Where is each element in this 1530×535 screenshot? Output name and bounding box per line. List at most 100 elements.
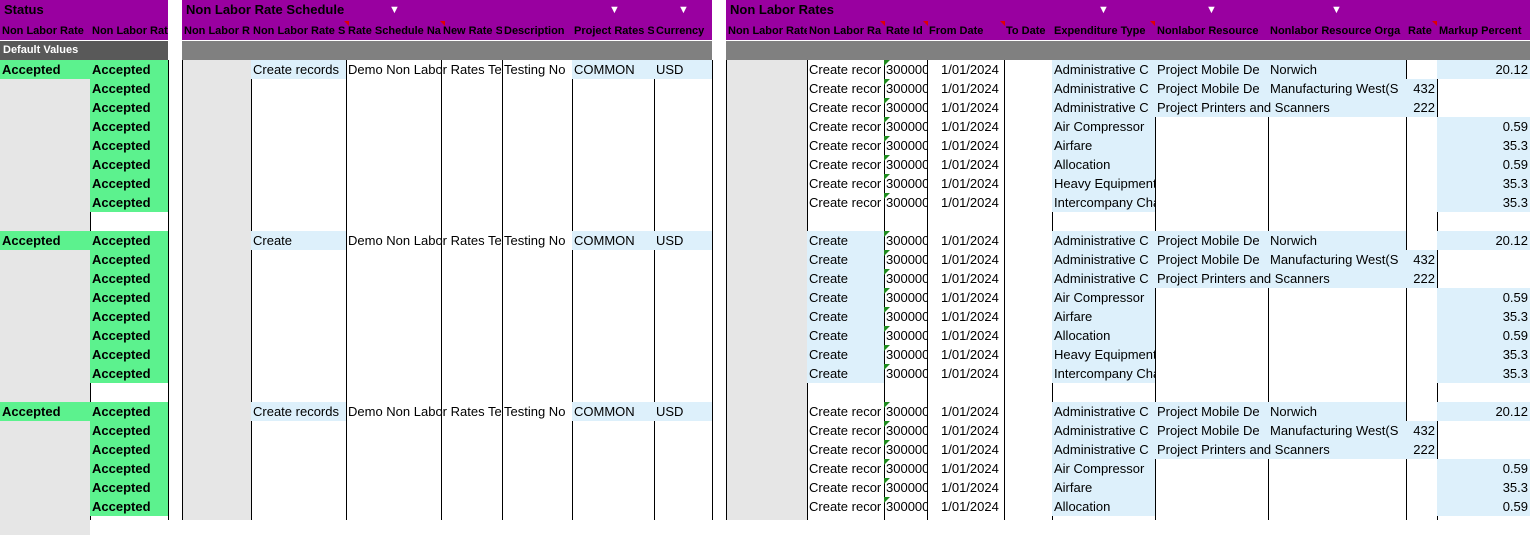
markup-percent-cell[interactable]: 35.3	[1437, 345, 1530, 364]
column-header[interactable]: Nonlabor Resource	[1155, 21, 1268, 40]
rate-id-cell[interactable]: 300000	[884, 98, 927, 117]
rate-action-cell[interactable]: Create recor	[807, 478, 884, 497]
resource-org-cell[interactable]	[1268, 136, 1406, 155]
to-date-cell[interactable]	[1004, 269, 1052, 288]
rate-action-cell[interactable]: Create recor	[807, 60, 884, 79]
markup-percent-cell[interactable]: 35.3	[1437, 136, 1530, 155]
rate-action-cell[interactable]: Create recor	[807, 174, 884, 193]
nonlabor-resource-cell[interactable]	[1155, 364, 1268, 383]
rate-cell[interactable]: 432	[1406, 250, 1437, 269]
rate-id-cell[interactable]: 300000	[884, 250, 927, 269]
column-header[interactable]: Non Labor Rate	[726, 21, 807, 40]
column-header[interactable]: Expenditure Type	[1052, 21, 1155, 40]
rate-action-cell[interactable]: Create recor	[807, 402, 884, 421]
rate-id-cell[interactable]: 300000	[884, 117, 927, 136]
resource-org-cell[interactable]: Norwich	[1268, 402, 1406, 421]
rate-action-cell[interactable]: Create recor	[807, 459, 884, 478]
nonlabor-resource-cell[interactable]	[1155, 478, 1268, 497]
filter-dropdown-icon[interactable]: ▼	[609, 0, 623, 21]
markup-percent-cell[interactable]: 0.59	[1437, 288, 1530, 307]
to-date-cell[interactable]	[1004, 364, 1052, 383]
to-date-cell[interactable]	[1004, 345, 1052, 364]
rate-id-cell[interactable]: 300000	[884, 269, 927, 288]
to-date-cell[interactable]	[1004, 421, 1052, 440]
to-date-cell[interactable]	[1004, 440, 1052, 459]
resource-org-cell[interactable]: Manufacturing West(S	[1268, 250, 1406, 269]
expenditure-type-cell[interactable]: Administrative C	[1052, 421, 1155, 440]
expenditure-type-cell[interactable]: Administrative C	[1052, 231, 1155, 250]
rate-action-cell[interactable]: Create recor	[807, 497, 884, 516]
from-date-cell[interactable]: 1/01/2024	[927, 345, 1004, 364]
rate-id-cell[interactable]: 300000	[884, 79, 927, 98]
to-date-cell[interactable]	[1004, 60, 1052, 79]
rate-id-cell[interactable]: 300000	[884, 459, 927, 478]
rate-action-cell[interactable]: Create recor	[807, 440, 884, 459]
rate-action-cell[interactable]: Create recor	[807, 117, 884, 136]
to-date-cell[interactable]	[1004, 459, 1052, 478]
schedule-description-cell[interactable]: Testing No	[502, 60, 572, 79]
from-date-cell[interactable]: 1/01/2024	[927, 326, 1004, 345]
nonlabor-resource-cell[interactable]: Project Printers and Scanners	[1155, 98, 1406, 117]
markup-percent-cell[interactable]: 35.3	[1437, 193, 1530, 212]
from-date-cell[interactable]: 1/01/2024	[927, 402, 1004, 421]
markup-percent-cell[interactable]: 35.3	[1437, 478, 1530, 497]
rate-action-cell[interactable]: Create	[807, 269, 884, 288]
rate-cell[interactable]: 222	[1406, 98, 1437, 117]
nonlabor-resource-cell[interactable]	[1155, 459, 1268, 478]
to-date-cell[interactable]	[1004, 117, 1052, 136]
expenditure-type-cell[interactable]: Intercompany Charge	[1052, 193, 1155, 212]
column-header[interactable]: Currency	[654, 21, 712, 40]
rate-cell[interactable]	[1406, 231, 1437, 250]
rate-action-cell[interactable]: Create recor	[807, 155, 884, 174]
resource-org-cell[interactable]	[1268, 364, 1406, 383]
expenditure-type-cell[interactable]: Air Compressor	[1052, 459, 1155, 478]
nonlabor-resource-cell[interactable]	[1155, 117, 1268, 136]
from-date-cell[interactable]: 1/01/2024	[927, 174, 1004, 193]
to-date-cell[interactable]	[1004, 288, 1052, 307]
rate-action-cell[interactable]: Create recor	[807, 136, 884, 155]
from-date-cell[interactable]: 1/01/2024	[927, 60, 1004, 79]
rate-cell[interactable]	[1406, 60, 1437, 79]
rate-action-cell[interactable]: Create	[807, 364, 884, 383]
markup-percent-cell[interactable]: 0.59	[1437, 497, 1530, 516]
to-date-cell[interactable]	[1004, 155, 1052, 174]
from-date-cell[interactable]: 1/01/2024	[927, 269, 1004, 288]
rate-cell[interactable]	[1406, 288, 1437, 307]
rate-id-cell[interactable]: 300000	[884, 307, 927, 326]
to-date-cell[interactable]	[1004, 174, 1052, 193]
expenditure-type-cell[interactable]: Administrative C	[1052, 79, 1155, 98]
project-rates-cell[interactable]: COMMON	[572, 231, 654, 250]
to-date-cell[interactable]	[1004, 79, 1052, 98]
markup-percent-cell[interactable]: 0.59	[1437, 459, 1530, 478]
rate-action-cell[interactable]: Create	[807, 288, 884, 307]
nonlabor-resource-cell[interactable]: Project Mobile De	[1155, 402, 1268, 421]
rate-action-cell[interactable]: Create	[807, 307, 884, 326]
markup-percent-cell[interactable]	[1437, 79, 1530, 98]
currency-cell[interactable]: USD	[654, 231, 712, 250]
rate-id-cell[interactable]: 300000	[884, 478, 927, 497]
resource-org-cell[interactable]	[1268, 478, 1406, 497]
nonlabor-resource-cell[interactable]	[1155, 497, 1268, 516]
rate-id-cell[interactable]: 300000	[884, 345, 927, 364]
from-date-cell[interactable]: 1/01/2024	[927, 136, 1004, 155]
rate-action-cell[interactable]: Create	[807, 326, 884, 345]
expenditure-type-cell[interactable]: Administrative C	[1052, 402, 1155, 421]
expenditure-type-cell[interactable]: Heavy Equipment.Crane	[1052, 174, 1155, 193]
expenditure-type-cell[interactable]: Heavy Equipment.Crane	[1052, 345, 1155, 364]
rate-id-cell[interactable]: 300000	[884, 288, 927, 307]
rate-action-cell[interactable]: Create recor	[807, 421, 884, 440]
resource-org-cell[interactable]: Norwich	[1268, 60, 1406, 79]
from-date-cell[interactable]: 1/01/2024	[927, 364, 1004, 383]
schedule-name-cell[interactable]: Demo Non Labor Rates Te	[346, 60, 502, 79]
column-header[interactable]: Rate Id	[884, 21, 927, 40]
from-date-cell[interactable]: 1/01/2024	[927, 155, 1004, 174]
expenditure-type-cell[interactable]: Administrative C	[1052, 250, 1155, 269]
nonlabor-resource-cell[interactable]: Project Mobile De	[1155, 421, 1268, 440]
rate-cell[interactable]: 222	[1406, 440, 1437, 459]
rate-id-cell[interactable]: 300000	[884, 326, 927, 345]
expenditure-type-cell[interactable]: Administrative C	[1052, 60, 1155, 79]
schedule-name-cell[interactable]: Demo Non Labor Rates Te	[346, 402, 502, 421]
markup-percent-cell[interactable]: 20.12	[1437, 402, 1530, 421]
column-header[interactable]: Rate Schedule Na	[346, 21, 441, 40]
currency-cell[interactable]: USD	[654, 60, 712, 79]
